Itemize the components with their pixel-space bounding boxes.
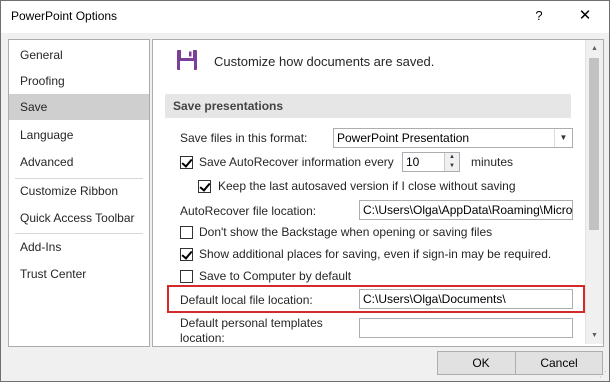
personal-templates-label-line2: location: [180,331,225,345]
nav-item-quick-access-toolbar[interactable]: Quick Access Toolbar [9,205,149,231]
page-heading: Customize how documents are saved. [214,54,435,69]
save-format-label: Save files in this format: [180,131,308,145]
nav-item-proofing[interactable]: Proofing [9,68,149,94]
scroll-down-icon[interactable]: ▼ [586,327,603,344]
window-title: PowerPoint Options [11,9,118,23]
vertical-scrollbar[interactable]: ▲ ▼ [585,40,603,344]
nav-item-general[interactable]: General [9,42,149,68]
title-bar: PowerPoint Options ? ✕ [1,1,609,33]
nav-item-trust-center[interactable]: Trust Center [9,261,149,287]
nav-item-customize-ribbon[interactable]: Customize Ribbon [9,178,149,204]
chevron-down-icon[interactable]: ▼ [554,129,572,147]
scroll-up-icon[interactable]: ▲ [586,40,603,57]
save-format-select[interactable]: PowerPoint Presentation ▼ [333,128,573,148]
nav-item-advanced[interactable]: Advanced [9,149,149,175]
additional-places-label: Show additional places for saving, even … [199,247,552,261]
keep-last-autosaved-checkbox[interactable] [198,180,211,193]
no-backstage-label: Don't show the Backstage when opening or… [199,225,493,239]
keep-last-autosaved-label: Keep the last autosaved version if I clo… [218,179,516,193]
nav-item-add-ins[interactable]: Add-Ins [9,234,149,260]
additional-places-checkbox[interactable] [180,248,193,261]
powerpoint-options-dialog: PowerPoint Options ? ✕ General Proofing … [0,0,610,382]
options-nav: General Proofing Save Language Advanced … [8,39,150,347]
spin-up-icon[interactable]: ▲ [444,153,459,162]
default-local-location-label: Default local file location: [180,293,313,307]
close-button[interactable]: ✕ [567,1,603,31]
nav-item-language[interactable]: Language [9,122,149,148]
autorecover-location-input[interactable]: C:\Users\Olga\AppData\Roaming\Micro [359,200,573,220]
save-options-panel: Customize how documents are saved. Save … [152,39,604,347]
personal-templates-input[interactable] [359,318,573,338]
save-to-computer-label: Save to Computer by default [199,269,352,283]
autorecover-location-label: AutoRecover file location: [180,204,317,218]
no-backstage-checkbox[interactable] [180,226,193,239]
scrollbar-thumb[interactable] [589,58,599,230]
save-to-computer-checkbox[interactable] [180,270,193,283]
nav-item-save[interactable]: Save [9,94,149,120]
default-local-location-input[interactable]: C:\Users\Olga\Documents\ [359,289,573,309]
autorecover-checkbox[interactable] [180,156,193,169]
save-format-value: PowerPoint Presentation [337,131,470,145]
resize-grip-icon[interactable]: ⋰ [599,370,607,379]
personal-templates-label-line1: Default personal templates [180,316,323,330]
help-button[interactable]: ? [521,1,557,31]
save-disk-icon [176,49,198,71]
section-header: Save presentations [165,94,571,118]
cancel-button[interactable]: Cancel [515,351,603,375]
autorecover-minutes-value: 10 [406,155,420,169]
autorecover-minutes-spinner[interactable]: 10 ▲ ▼ [402,152,460,172]
autorecover-label: Save AutoRecover information every [199,155,394,169]
spin-down-icon[interactable]: ▼ [444,162,459,171]
autorecover-unit: minutes [471,155,514,169]
ok-button[interactable]: OK [437,351,525,375]
